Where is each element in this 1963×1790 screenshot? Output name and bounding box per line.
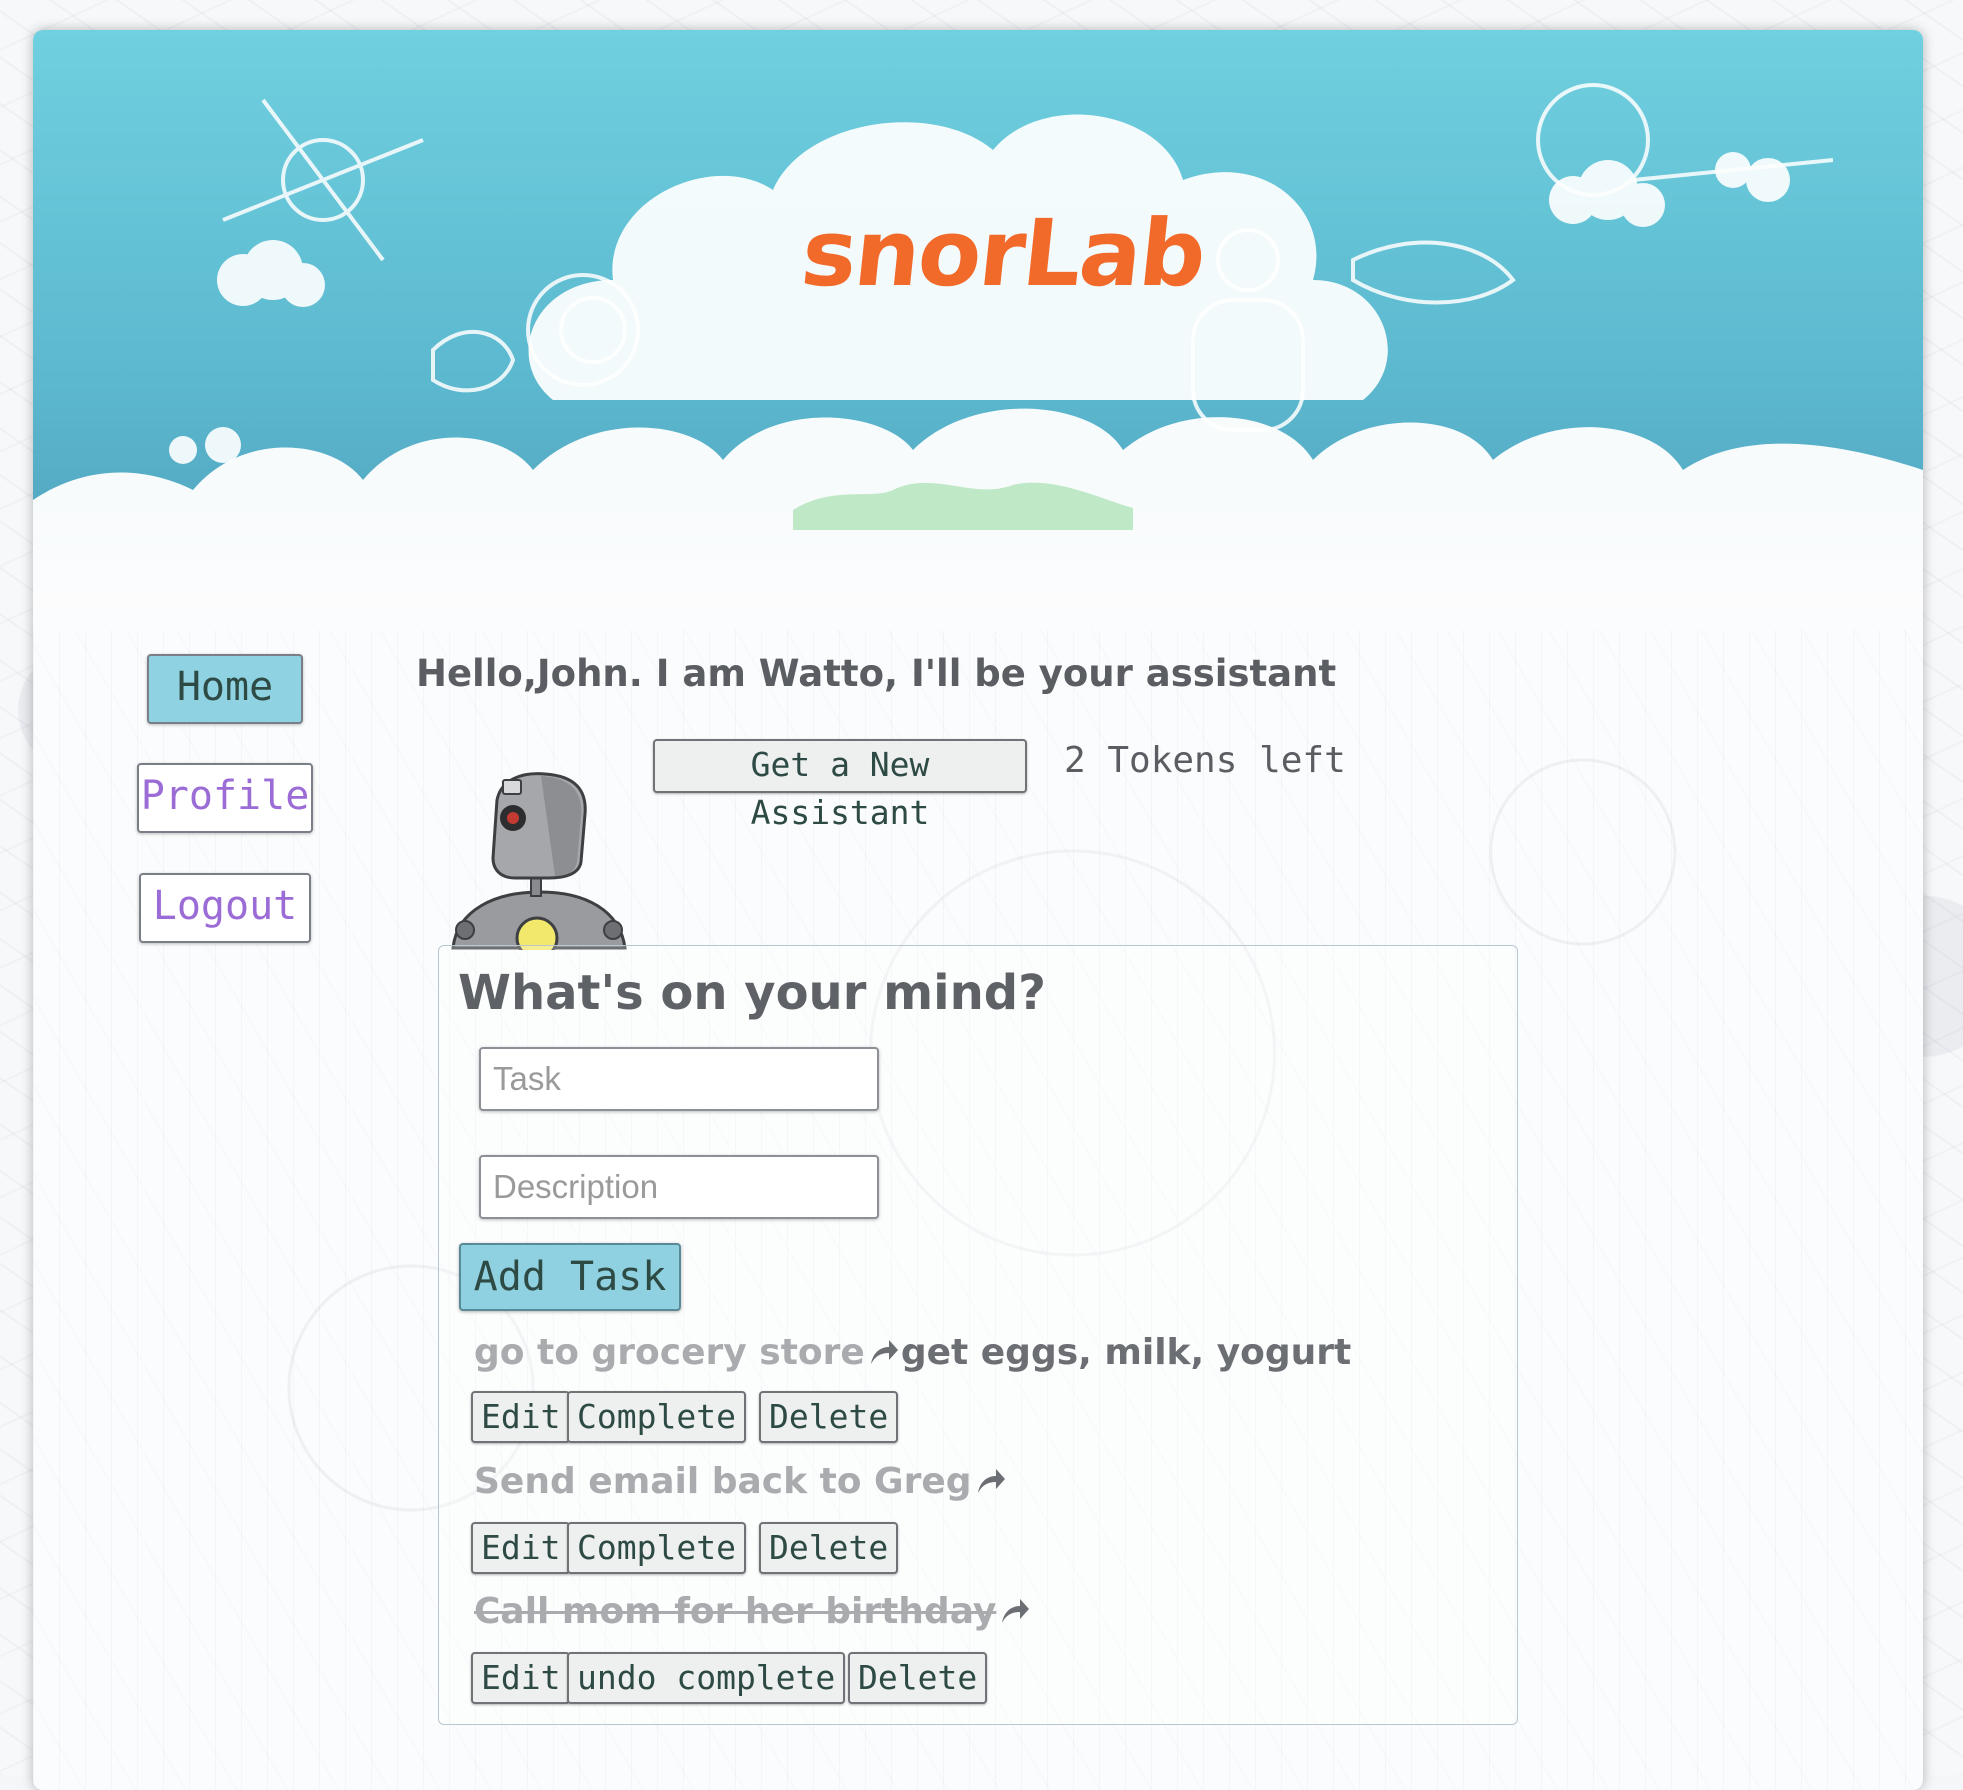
form-title: What's on your mind? — [458, 965, 1046, 1021]
new-assistant-button[interactable]: Get a New Assistant — [653, 739, 1027, 832]
nav-profile-label: Profile — [140, 773, 310, 819]
delete-task-button[interactable]: Delete — [759, 1522, 899, 1574]
task-item: go to grocery store get eggs, milk, yogur… — [474, 1332, 1351, 1373]
robot-avatar — [451, 772, 627, 950]
delete-task-button[interactable]: Delete — [759, 1391, 899, 1443]
nav-logout-button[interactable]: Logout — [139, 873, 311, 943]
share-arrow-icon — [1002, 1599, 1030, 1623]
complete-task-button[interactable]: Complete — [567, 1391, 746, 1443]
task-input[interactable] — [479, 1047, 879, 1111]
brand-logo: snorLab — [796, 200, 1210, 307]
edit-task-button[interactable]: Edit — [471, 1391, 571, 1443]
description-input[interactable] — [479, 1155, 879, 1219]
task-item: Send email back to Greg — [474, 1461, 1008, 1502]
task-title: go to grocery store — [474, 1332, 865, 1373]
undo-complete-button[interactable]: undo complete — [567, 1652, 846, 1704]
assistant-greeting: Hello,John. I am Watto, I'll be your ass… — [416, 652, 1337, 695]
tokens-left-text: 2 Tokens left — [1064, 740, 1346, 781]
new-assistant-label: Get a New Assistant — [750, 745, 930, 832]
header-banner — [33, 30, 1923, 630]
edit-task-button[interactable]: Edit — [471, 1652, 571, 1704]
task-item-completed: Call mom for her birthday — [474, 1591, 1032, 1632]
nav-home-label: Home — [176, 664, 274, 710]
nav-home-button[interactable]: Home — [147, 654, 303, 724]
task-title: Send email back to Greg — [474, 1461, 972, 1502]
add-task-button[interactable]: Add Task — [459, 1243, 681, 1311]
edit-task-button[interactable]: Edit — [471, 1522, 571, 1574]
task-description: get eggs, milk, yogurt — [900, 1332, 1352, 1373]
complete-task-button[interactable]: Complete — [567, 1522, 746, 1574]
nav-profile-button[interactable]: Profile — [137, 763, 313, 833]
nav-logout-label: Logout — [152, 883, 298, 929]
delete-task-button[interactable]: Delete — [848, 1652, 988, 1704]
share-arrow-icon — [977, 1469, 1005, 1493]
task-title: Call mom for her birthday — [474, 1591, 997, 1632]
share-arrow-icon — [870, 1340, 898, 1364]
